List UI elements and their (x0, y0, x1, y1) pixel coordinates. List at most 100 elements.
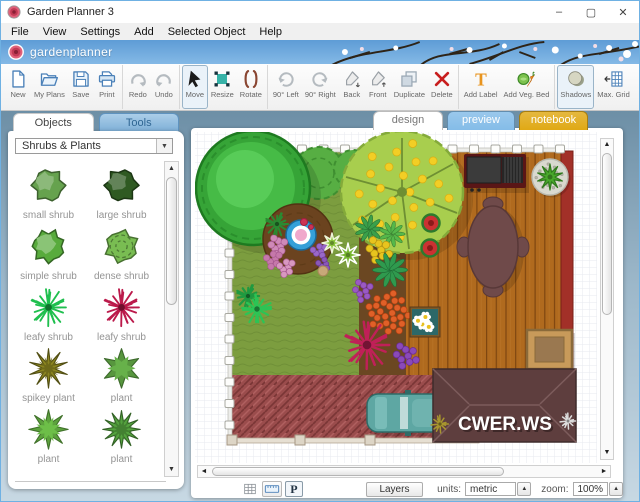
menu-settings[interactable]: Settings (73, 26, 127, 38)
veg-icon (516, 69, 536, 89)
rotate-90-left-button[interactable]: 90° Left (270, 65, 302, 109)
bbq-grill[interactable] (464, 154, 529, 193)
garden-plan[interactable]: CWER.WS CWER.WS (195, 132, 597, 463)
toolbar-group: Redo Undo (123, 65, 180, 109)
plant-item[interactable]: simple shrub (12, 222, 85, 283)
penb-icon (342, 69, 362, 89)
duplicate-button[interactable]: Duplicate (391, 65, 428, 109)
scroll-down-icon[interactable]: ▼ (165, 463, 178, 476)
menu-file[interactable]: File (4, 26, 36, 38)
toolbar-group: Move Resize Rotate (180, 65, 268, 109)
close-button[interactable]: ✕ (607, 1, 639, 23)
red-flower[interactable] (300, 218, 308, 226)
scrollbar-thumb[interactable] (166, 177, 177, 305)
horizontal-scrollbar[interactable]: ◄ ► (197, 465, 611, 478)
menu-view[interactable]: View (36, 26, 74, 38)
cursor-icon (185, 69, 205, 89)
move-button[interactable]: Move (181, 65, 208, 109)
plant-item[interactable]: large shrub (85, 161, 158, 222)
redo-button[interactable]: Redo (125, 65, 151, 109)
toolbar-group: New My Plans Save Print (3, 65, 123, 109)
plant-label: simple shrub (20, 271, 77, 282)
plant-item[interactable]: plant (12, 405, 85, 466)
plant-item[interactable]: plant (85, 405, 158, 466)
red-flower-2[interactable] (308, 224, 314, 230)
scroll-up-icon[interactable]: ▲ (165, 162, 178, 175)
maximize-button[interactable]: ▢ (575, 1, 607, 23)
rotate-button[interactable]: Rotate (237, 65, 265, 109)
tool-label: 90° Right (304, 90, 336, 99)
print-button[interactable]: Print (94, 65, 120, 109)
scroll-down-icon[interactable]: ▼ (601, 447, 613, 459)
plant-icon (26, 283, 71, 333)
window-title: Garden Planner 3 (27, 6, 114, 18)
units-spinner[interactable]: ▲ (517, 482, 532, 496)
menu-selected-object[interactable]: Selected Object (161, 26, 253, 38)
sidebar-tab-objects[interactable]: Objects (13, 113, 94, 131)
flower-pot-1[interactable] (421, 213, 441, 233)
resize-icon (212, 69, 232, 89)
plant-item[interactable]: leafy shrub (85, 283, 158, 344)
minimize-button[interactable]: – (543, 1, 575, 23)
scroll-up-icon[interactable]: ▲ (601, 139, 613, 151)
star-plant-bed-1[interactable] (321, 232, 343, 254)
zoom-spinner[interactable]: ▲ (609, 482, 623, 496)
stone[interactable] (317, 265, 329, 277)
max-grid-button[interactable]: Max. Grid (594, 65, 633, 109)
daisy-planter[interactable] (409, 306, 441, 338)
shadows-button[interactable]: Shadows (557, 65, 595, 109)
wooden-crate[interactable] (525, 328, 575, 372)
plant-item[interactable]: plant (85, 344, 158, 405)
scrollbar-thumb[interactable] (602, 153, 612, 315)
sidebar-tab-tools[interactable]: Tools (98, 113, 179, 131)
app-logo-icon (7, 5, 21, 19)
my-plans-button[interactable]: My Plans (31, 65, 68, 109)
canvas-tab-design[interactable]: design (373, 111, 443, 130)
new-button[interactable]: New (5, 65, 31, 109)
flower-pot-2[interactable] (420, 238, 440, 258)
toolbar-group: T Add Label Add Veg. Bed (459, 65, 556, 109)
rotate-90-right-button[interactable]: 90° Right (302, 65, 339, 109)
plant-icon (26, 405, 71, 455)
add-veg-bed-button[interactable]: Add Veg. Bed (501, 65, 553, 109)
vertical-scrollbar[interactable]: ▲ ▼ (600, 138, 614, 460)
back-button[interactable]: Back (339, 65, 365, 109)
delete-button[interactable]: Delete (428, 65, 456, 109)
plant-icon (26, 344, 71, 394)
arcl-icon (276, 69, 296, 89)
add-label-button[interactable]: T Add Label (461, 65, 501, 109)
resize-button[interactable]: Resize (208, 65, 237, 109)
paragraph-button[interactable]: P (285, 481, 303, 497)
plant-label: dense shrub (93, 271, 150, 282)
menu-help[interactable]: Help (252, 26, 289, 38)
front-button[interactable]: Front (365, 65, 391, 109)
plant-icon (26, 222, 71, 272)
zoom-select[interactable]: 100% (572, 482, 609, 496)
chevron-down-icon[interactable]: ▼ (156, 139, 172, 153)
category-dropdown[interactable]: Shrubs & Plants ▼ (15, 138, 173, 154)
plant-item[interactable]: small shrub (12, 161, 85, 222)
scroll-left-icon[interactable]: ◄ (198, 466, 210, 477)
toggle-ruler-button[interactable] (262, 481, 282, 497)
scrollbar-thumb[interactable] (212, 467, 504, 476)
plant-item[interactable]: leafy shrub (12, 283, 85, 344)
scroll-right-icon[interactable]: ► (598, 466, 610, 477)
save-icon (71, 69, 91, 89)
menu-add[interactable]: Add (127, 26, 161, 38)
layers-button[interactable]: Layers (365, 481, 424, 497)
units-select[interactable]: metric (465, 482, 517, 496)
star-plant-bed-2[interactable] (335, 242, 361, 268)
grid-icon (603, 69, 624, 89)
banner: gardenplanner (1, 40, 639, 64)
canvas-tab-notebook[interactable]: notebook (519, 111, 588, 130)
plant-item[interactable]: dense shrub (85, 222, 158, 283)
garage-roof[interactable]: CWER.WS CWER.WS (430, 368, 577, 443)
design-canvas[interactable]: CWER.WS CWER.WS (195, 132, 597, 463)
undo-button[interactable]: Undo (151, 65, 177, 109)
tool-label: 90° Left (272, 90, 299, 99)
plant-item[interactable]: spikey plant (12, 344, 85, 405)
toggle-grid-button[interactable] (241, 481, 259, 497)
plant-list-scrollbar[interactable]: ▲ ▼ (164, 161, 179, 477)
canvas-tab-preview[interactable]: preview (447, 111, 515, 130)
save-button[interactable]: Save (68, 65, 94, 109)
